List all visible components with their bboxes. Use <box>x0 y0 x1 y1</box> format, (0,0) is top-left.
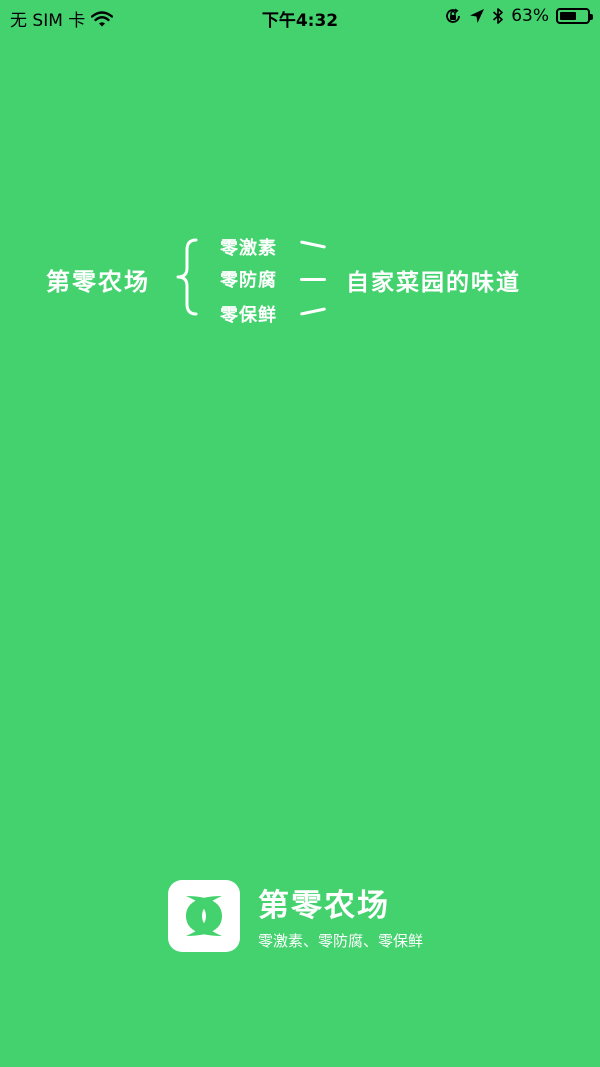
app-subtitle: 零激素、零防腐、零保鲜 <box>258 932 424 950</box>
feature-zero-hormone: 零激素 <box>220 238 277 259</box>
slogan-tagline: 自家菜园的味道 <box>346 270 521 296</box>
bluetooth-icon <box>492 7 504 25</box>
battery-level-fill <box>560 12 576 20</box>
slogan-brand: 第零农场 <box>46 268 150 296</box>
battery-cap <box>590 14 593 20</box>
location-arrow-icon <box>469 8 485 24</box>
battery-icon <box>556 8 593 24</box>
app-name: 第零农场 <box>258 888 390 924</box>
feature-zero-preservative: 零防腐 <box>220 270 277 291</box>
status-bar-right: 63% <box>444 6 593 26</box>
curly-brace-icon <box>176 238 198 320</box>
battery-percent: 63% <box>511 6 549 26</box>
connector-line <box>299 307 327 316</box>
status-bar: 无 SIM 卡 下午4:32 63% <box>0 0 600 34</box>
connector-line <box>300 278 326 281</box>
feature-zero-freshness-agent: 零保鲜 <box>220 305 277 326</box>
rotation-lock-icon <box>444 7 462 25</box>
splash-screen: 无 SIM 卡 下午4:32 63% 第零农场 零激素 零防腐 零保鲜 自家菜园… <box>0 0 600 1067</box>
app-logo-icon <box>168 880 240 952</box>
connector-line <box>299 240 327 249</box>
